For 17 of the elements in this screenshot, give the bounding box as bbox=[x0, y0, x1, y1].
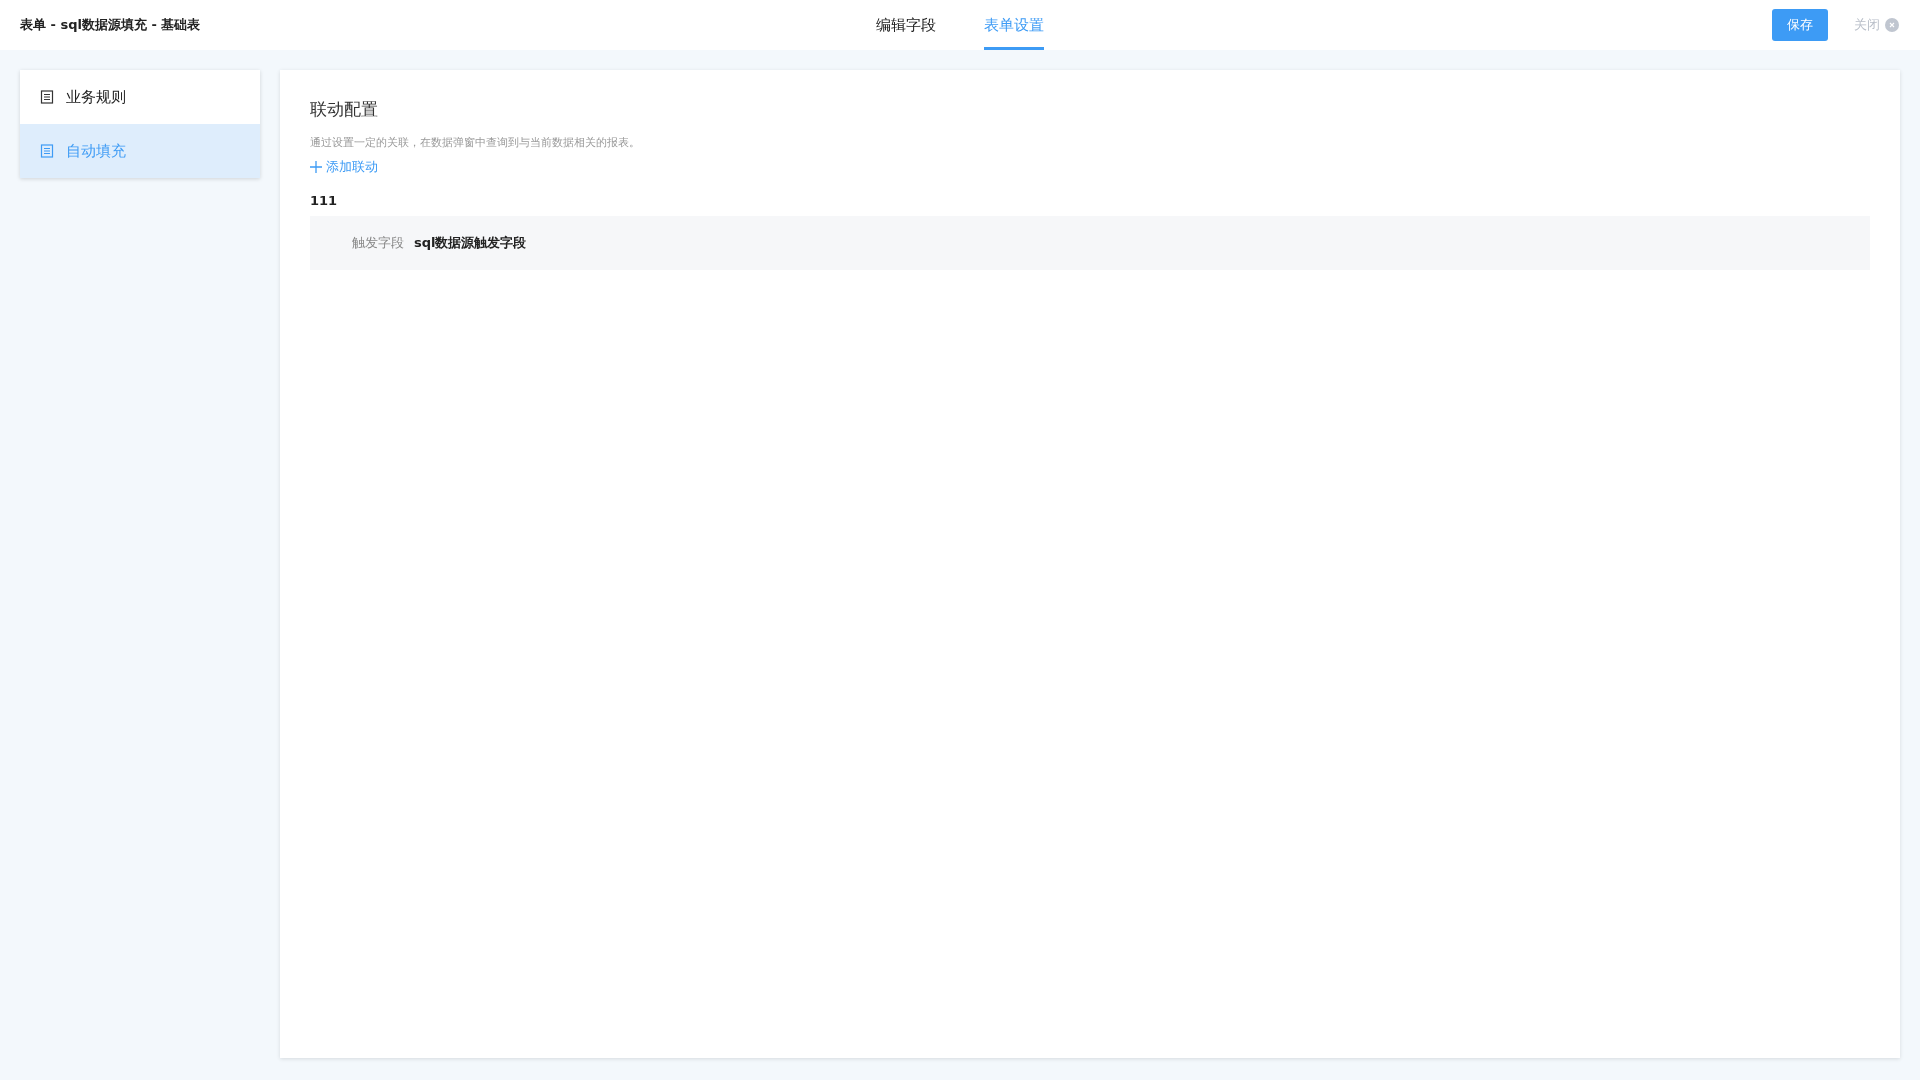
document-icon bbox=[40, 90, 54, 104]
linkage-name: 111 bbox=[310, 193, 339, 208]
document-icon bbox=[40, 144, 54, 158]
description-text: 通过设置一定的关联，在数据弹窗中查询到与当前数据相关的报表。 bbox=[310, 135, 641, 150]
field-label: 触发字段 bbox=[352, 234, 404, 252]
add-linkage-link[interactable]: 添加联动 bbox=[310, 158, 378, 176]
plus-icon bbox=[310, 161, 322, 173]
sidebar-item[interactable]: 业务规则 bbox=[20, 70, 260, 124]
close-icon bbox=[1884, 17, 1900, 33]
tab[interactable]: 编辑字段 bbox=[876, 0, 936, 50]
sidebar-item[interactable]: 自动填充 bbox=[20, 124, 260, 178]
page-title: 表单 - sql数据源填充 - 基础表 bbox=[20, 16, 202, 34]
section-title: 联动配置 bbox=[310, 98, 379, 121]
tab[interactable]: 表单设置 bbox=[984, 0, 1044, 50]
save-button[interactable]: 保存 bbox=[1772, 9, 1828, 41]
close-button[interactable]: 关闭 bbox=[1854, 16, 1900, 34]
field-value: sql数据源触发字段 bbox=[414, 234, 527, 252]
